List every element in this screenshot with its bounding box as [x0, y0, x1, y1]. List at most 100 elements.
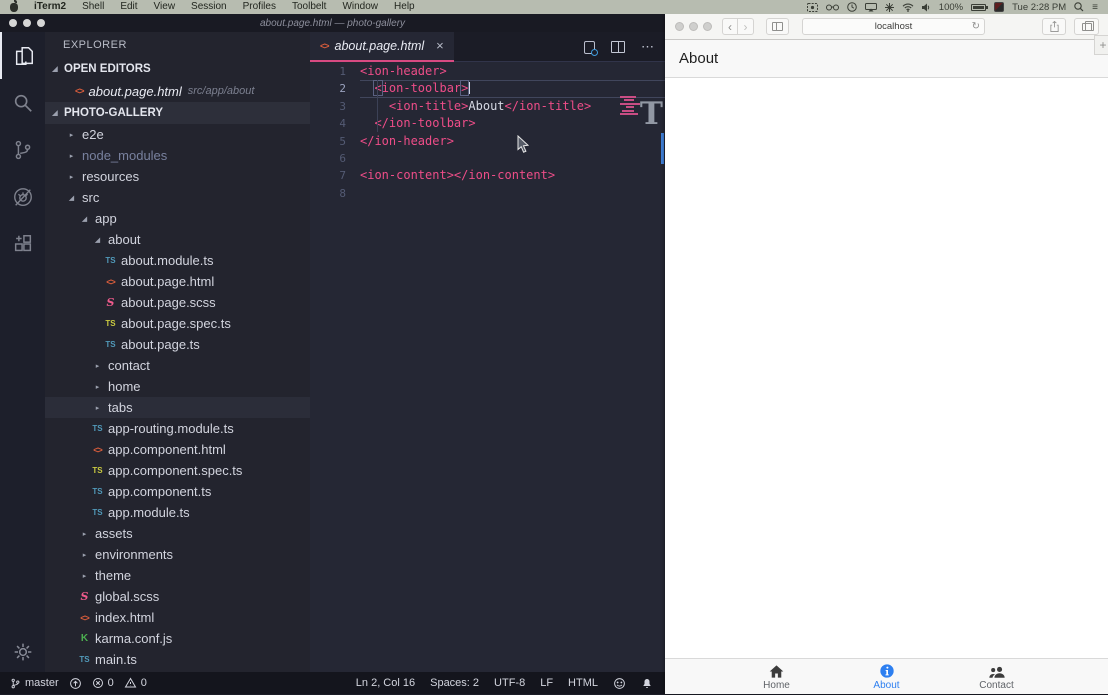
tree-item-resources[interactable]: ▸resources: [45, 166, 310, 187]
spotlight-icon[interactable]: [1074, 2, 1084, 12]
menu-shell[interactable]: Shell: [74, 0, 112, 14]
address-bar[interactable]: localhost ↻: [802, 18, 985, 35]
tree-item-app.component.html[interactable]: <>app.component.html: [45, 439, 310, 460]
code-line-5[interactable]: 5</ion-header>: [310, 133, 665, 150]
zoom-window-button[interactable]: [703, 22, 712, 31]
code-line-1[interactable]: 1<ion-header>: [310, 63, 665, 80]
project-root-header[interactable]: ◢ PHOTO-GALLERY: [45, 102, 310, 124]
show-all-tabs-button[interactable]: [1074, 18, 1099, 35]
code-line-8[interactable]: 8: [310, 185, 665, 202]
errors-indicator[interactable]: 0: [92, 677, 114, 689]
apple-icon[interactable]: [10, 3, 18, 12]
close-window-button[interactable]: [9, 19, 17, 27]
volume-icon[interactable]: [922, 3, 931, 12]
forward-button[interactable]: ›: [738, 18, 754, 35]
minimize-window-button[interactable]: [689, 22, 698, 31]
back-button[interactable]: ‹: [722, 18, 738, 35]
tree-item-app.module.ts[interactable]: TSapp.module.ts: [45, 502, 310, 523]
git-branch-indicator[interactable]: master: [10, 677, 59, 690]
menu-window[interactable]: Window: [334, 0, 386, 14]
tree-item-app.component.ts[interactable]: TSapp.component.ts: [45, 481, 310, 502]
notification-center-icon[interactable]: ≡: [1092, 2, 1098, 13]
tree-item-node_modules[interactable]: ▸node_modules: [45, 145, 310, 166]
safari-toolbar[interactable]: ‹ › localhost ↻ +: [665, 14, 1108, 40]
status-ln-2-col-16[interactable]: Ln 2, Col 16: [356, 677, 415, 689]
menu-profiles[interactable]: Profiles: [235, 0, 284, 14]
open-editor-item[interactable]: <> about.page.html src/app/about: [45, 80, 310, 102]
code-line-7[interactable]: 7<ion-content></ion-content>: [310, 167, 665, 184]
menubar-app-icon[interactable]: [994, 2, 1004, 12]
tab-contact[interactable]: Contact: [942, 659, 1052, 695]
tree-item-environments[interactable]: ▸environments: [45, 544, 310, 565]
vscode-titlebar[interactable]: about.page.html — photo-gallery: [0, 14, 665, 32]
airplay-icon[interactable]: [865, 3, 877, 12]
tab-about-page-html[interactable]: <> about.page.html ×: [310, 32, 454, 62]
menu-iterm2[interactable]: iTerm2: [26, 0, 74, 14]
menubar-clock[interactable]: Tue 2:28 PM: [1012, 2, 1066, 13]
tree-item-about.page.spec.ts[interactable]: TSabout.page.spec.ts: [45, 313, 310, 334]
source-control-icon[interactable]: [0, 126, 45, 173]
tree-item-about[interactable]: ◢about: [45, 229, 310, 250]
open-preview-icon[interactable]: [584, 41, 595, 54]
code-line-2[interactable]: 2 <ion-toolbar>: [310, 80, 665, 97]
tree-item-karma.conf.js[interactable]: Kkarma.conf.js: [45, 628, 310, 649]
wifi-icon[interactable]: [902, 3, 914, 12]
feedback-smiley-icon[interactable]: [613, 677, 626, 690]
menu-edit[interactable]: Edit: [112, 0, 145, 14]
menu-help[interactable]: Help: [386, 0, 423, 14]
code-line-3[interactable]: 3 <ion-title>About</ion-title>: [310, 98, 665, 115]
search-icon[interactable]: [0, 79, 45, 126]
sidebar-toggle-button[interactable]: [766, 18, 789, 35]
split-editor-icon[interactable]: [611, 41, 625, 53]
extensions-icon[interactable]: [0, 220, 45, 267]
status-spaces-2[interactable]: Spaces: 2: [430, 677, 479, 689]
notifications-bell-icon[interactable]: [641, 677, 653, 690]
publish-button[interactable]: [69, 677, 82, 690]
tree-item-home[interactable]: ▸home: [45, 376, 310, 397]
tree-item-main.ts[interactable]: TSmain.ts: [45, 649, 310, 670]
new-tab-button[interactable]: +: [1094, 35, 1108, 55]
tree-item-about.page.scss[interactable]: Sabout.page.scss: [45, 292, 310, 313]
tree-item-index.html[interactable]: <>index.html: [45, 607, 310, 628]
status-lf[interactable]: LF: [540, 677, 553, 689]
tab-home[interactable]: Home: [722, 659, 832, 695]
menu-session[interactable]: Session: [183, 0, 235, 14]
tree-item-app[interactable]: ◢app: [45, 208, 310, 229]
menu-view[interactable]: View: [146, 0, 184, 14]
tree-item-tabs[interactable]: ▸tabs: [45, 397, 310, 418]
tree-item-about.page.html[interactable]: <>about.page.html: [45, 271, 310, 292]
minimize-window-button[interactable]: [23, 19, 31, 27]
glasses-icon[interactable]: [826, 3, 839, 11]
code-area[interactable]: 1<ion-header>2 <ion-toolbar>3 <ion-title…: [310, 63, 665, 672]
warnings-indicator[interactable]: 0: [124, 677, 147, 689]
tree-item-about.module.ts[interactable]: TSabout.module.ts: [45, 250, 310, 271]
status-utf-8[interactable]: UTF-8: [494, 677, 525, 689]
settings-gear-icon[interactable]: [0, 642, 45, 662]
debug-icon[interactable]: [0, 173, 45, 220]
tree-item-theme[interactable]: ▸theme: [45, 565, 310, 586]
explorer-icon[interactable]: [0, 32, 45, 79]
zoom-window-button[interactable]: [37, 19, 45, 27]
close-window-button[interactable]: [675, 22, 684, 31]
tree-item-global.scss[interactable]: Sglobal.scss: [45, 586, 310, 607]
tree-item-about.page.ts[interactable]: TSabout.page.ts: [45, 334, 310, 355]
tab-about[interactable]: About: [832, 659, 942, 695]
tree-item-app-routing.module.ts[interactable]: TSapp-routing.module.ts: [45, 418, 310, 439]
status-html[interactable]: HTML: [568, 677, 598, 689]
open-editors-header[interactable]: ◢ OPEN EDITORS: [45, 58, 310, 80]
tree-item-app.component.spec.ts[interactable]: TSapp.component.spec.ts: [45, 460, 310, 481]
reload-icon[interactable]: ↻: [972, 21, 980, 32]
more-actions-icon[interactable]: ⋯: [641, 39, 655, 55]
key-icon[interactable]: [885, 3, 894, 12]
code-line-6[interactable]: 6: [310, 150, 665, 167]
clock-icon[interactable]: [847, 2, 857, 12]
tree-item-assets[interactable]: ▸assets: [45, 523, 310, 544]
code-line-4[interactable]: 4 </ion-toolbar>: [310, 115, 665, 132]
screen-record-icon[interactable]: [807, 3, 818, 12]
menu-toolbelt[interactable]: Toolbelt: [284, 0, 334, 14]
tree-item-e2e[interactable]: ▸e2e: [45, 124, 310, 145]
tree-item-src[interactable]: ◢src: [45, 187, 310, 208]
share-button[interactable]: [1042, 18, 1066, 35]
tree-item-contact[interactable]: ▸contact: [45, 355, 310, 376]
tab-close-icon[interactable]: ×: [436, 38, 444, 53]
